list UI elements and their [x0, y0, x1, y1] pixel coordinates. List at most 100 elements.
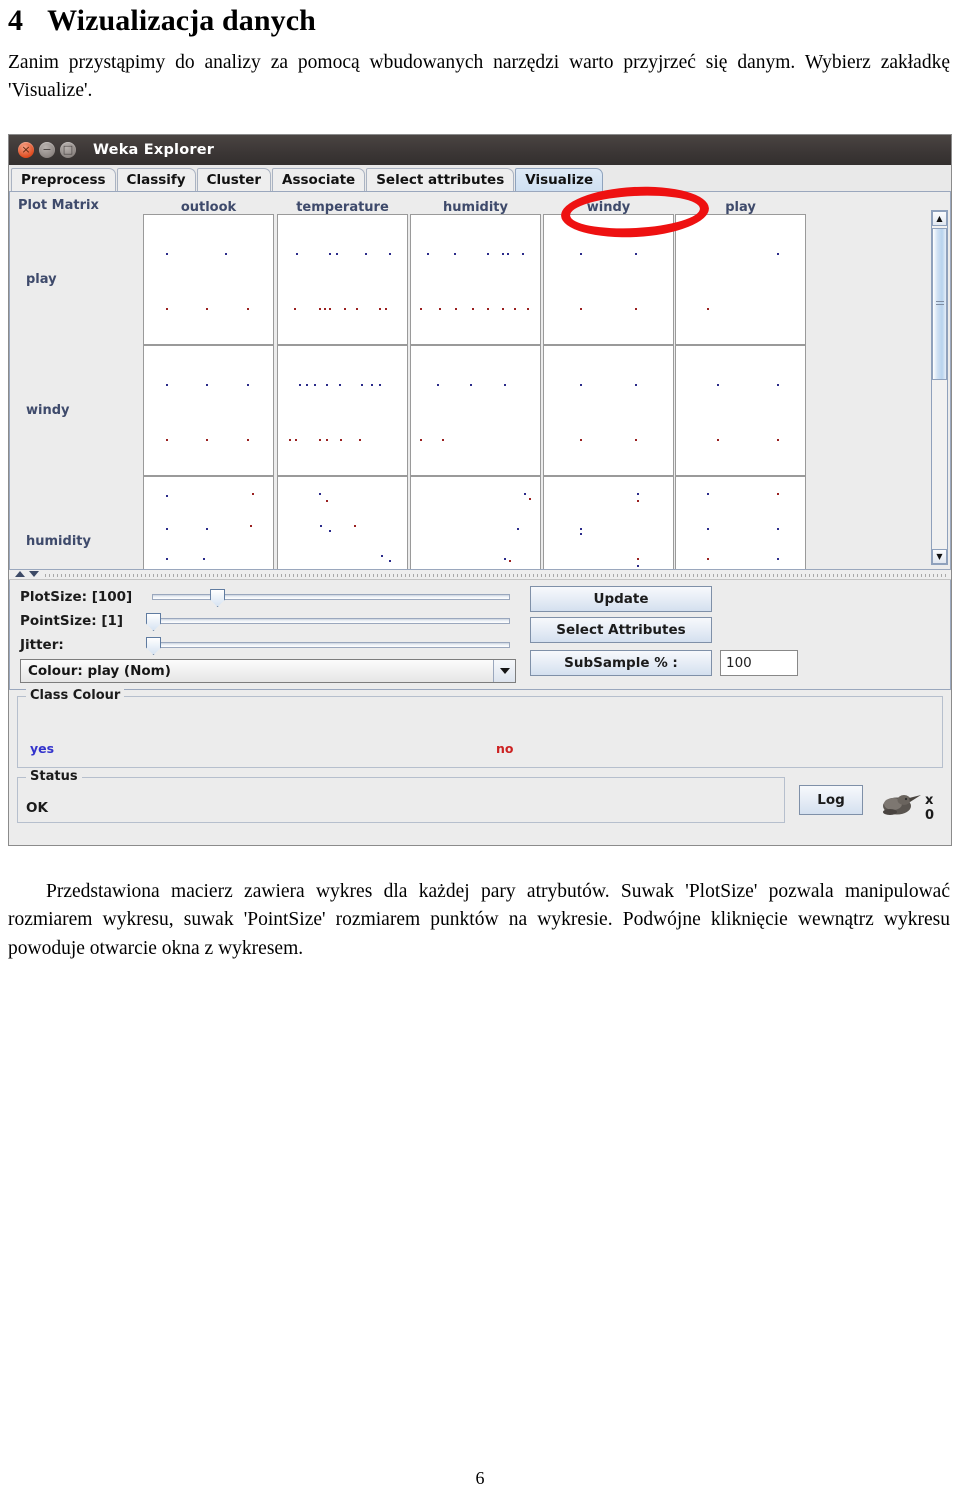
scatter-point	[371, 384, 373, 386]
scatter-point	[361, 384, 363, 386]
minimize-icon[interactable]: −	[39, 142, 55, 158]
log-button[interactable]: Log	[799, 785, 863, 815]
scatter-point	[634, 308, 637, 310]
chevron-down-icon[interactable]	[493, 660, 515, 682]
close-icon[interactable]: ×	[18, 142, 34, 158]
status-message: OK	[26, 800, 48, 816]
scatter-point	[323, 308, 326, 310]
intro-paragraph: Zanim przystąpimy do analizy za pomocą w…	[8, 51, 950, 101]
scatter-cell-windy-vs-play[interactable]	[675, 345, 806, 476]
scatter-cell-windy-vs-temperature[interactable]	[277, 345, 408, 476]
subsample-button[interactable]: SubSample % :	[530, 650, 712, 676]
scatter-point	[436, 384, 439, 386]
scatter-point	[318, 439, 321, 441]
scatter-point	[328, 308, 331, 310]
scatter-point	[249, 525, 252, 527]
scatter-point	[529, 497, 531, 500]
scatter-cell-play-vs-play[interactable]	[675, 214, 806, 345]
class-value-no[interactable]: no	[496, 741, 514, 756]
scrollbar-thumb[interactable]	[932, 228, 947, 380]
plot-matrix-scrollbar[interactable]: ▲ ▼	[931, 210, 948, 565]
scatter-cell-play-vs-outlook[interactable]	[143, 214, 274, 345]
scatter-point	[378, 308, 381, 310]
tab-visualize[interactable]: Visualize	[515, 168, 604, 191]
scatter-point	[776, 492, 779, 495]
divider-grip-icon	[45, 574, 947, 577]
scatter-point	[634, 253, 637, 255]
scatter-point	[306, 384, 308, 386]
scatter-cell-play-vs-windy[interactable]	[543, 214, 674, 345]
maximize-icon[interactable]: □	[60, 142, 76, 158]
scatter-cell-humidity-vs-humidity[interactable]	[410, 476, 541, 569]
tab-strip: Preprocess Classify Cluster Associate Se…	[9, 165, 951, 241]
scatter-cell-windy-vs-outlook[interactable]	[143, 345, 274, 476]
scroll-down-icon[interactable]: ▼	[932, 549, 947, 564]
scatter-point	[637, 557, 639, 560]
scatter-point	[637, 492, 639, 495]
subsample-input[interactable]: 100	[720, 650, 798, 676]
scatter-point	[579, 439, 582, 441]
plotsize-slider[interactable]	[152, 589, 510, 607]
scatter-cell-humidity-vs-play[interactable]	[675, 476, 806, 569]
colour-combo[interactable]: Colour: play (Nom)	[20, 659, 516, 683]
scatter-point	[328, 253, 331, 255]
update-button[interactable]: Update	[530, 586, 712, 612]
scroll-up-icon[interactable]: ▲	[932, 211, 947, 226]
scatter-cell-humidity-vs-temperature[interactable]	[277, 476, 408, 569]
tab-associate[interactable]: Associate	[272, 168, 366, 191]
scatter-point	[165, 253, 168, 255]
scatter-point	[358, 439, 361, 441]
row-header-play: play	[26, 271, 57, 287]
weka-explorer-window: × − □ Weka Explorer Preprocess Classify …	[8, 134, 952, 846]
scatter-point	[288, 439, 291, 441]
scatter-point	[634, 384, 637, 386]
scatter-point	[716, 439, 719, 441]
split-pane-divider[interactable]	[9, 570, 951, 580]
scatter-point	[579, 308, 582, 310]
scatter-point	[339, 439, 342, 441]
pointsize-slider[interactable]	[146, 613, 510, 631]
scatter-cell-humidity-vs-windy[interactable]	[543, 476, 674, 569]
jitter-slider[interactable]	[146, 637, 510, 655]
plot-matrix-canvas[interactable]: Plot Matrix outlook temperature humidity wi…	[10, 192, 928, 569]
scatter-point	[298, 384, 301, 386]
scatter-point	[384, 308, 387, 310]
task-count-label: x 0	[925, 793, 935, 823]
scatter-point	[247, 384, 249, 386]
scatter-point	[165, 308, 168, 310]
divider-collapse-down-icon[interactable]	[29, 571, 39, 577]
class-value-yes[interactable]: yes	[30, 741, 54, 756]
scatter-point	[439, 308, 441, 310]
plotsize-slider-knob[interactable]	[210, 589, 226, 607]
scatter-point	[426, 253, 429, 255]
scatter-point	[776, 253, 779, 255]
tab-cluster[interactable]: Cluster	[196, 168, 272, 191]
section-number: 4	[8, 4, 24, 37]
scatter-point	[364, 253, 367, 255]
divider-collapse-up-icon[interactable]	[15, 571, 25, 577]
scatter-point	[509, 560, 511, 562]
class-colour-panel: Class Colour yes no	[17, 688, 943, 768]
scatter-point	[165, 527, 168, 530]
scatter-point	[338, 384, 341, 386]
scatter-cell-play-vs-humidity[interactable]	[410, 214, 541, 345]
scatter-cell-play-vs-temperature[interactable]	[277, 214, 408, 345]
scatter-point	[378, 384, 381, 386]
scatter-cell-windy-vs-windy[interactable]	[543, 345, 674, 476]
scatter-point	[381, 555, 383, 557]
tab-strip-filler	[604, 190, 951, 191]
scatter-point	[353, 525, 356, 527]
tab-preprocess[interactable]: Preprocess	[11, 168, 116, 191]
scatter-cell-humidity-vs-outlook[interactable]	[143, 476, 274, 569]
tab-classify[interactable]: Classify	[116, 168, 196, 191]
tab-select-attributes[interactable]: Select attributes	[366, 168, 515, 191]
scatter-point	[504, 557, 506, 560]
scatter-cell-windy-vs-humidity[interactable]	[410, 345, 541, 476]
scatter-point	[293, 308, 296, 310]
select-attributes-button[interactable]: Select Attributes	[530, 617, 712, 643]
scatter-point	[319, 525, 322, 527]
status-panel: Status OK Log x 0	[17, 769, 943, 829]
scatter-point	[420, 439, 423, 441]
scatter-point	[205, 439, 208, 441]
scatter-point	[252, 492, 254, 495]
